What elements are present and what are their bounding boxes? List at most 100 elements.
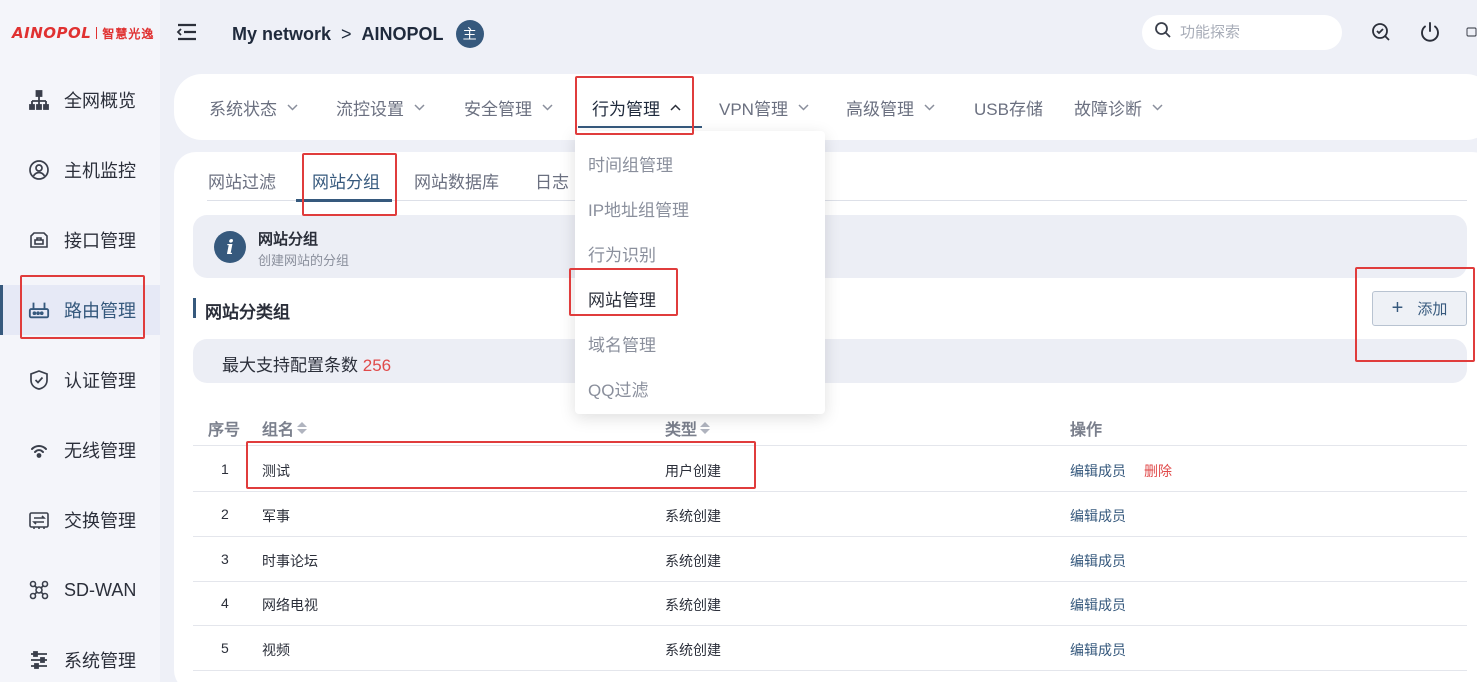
sidebar-item-wireless[interactable]: 无线管理 [0, 425, 160, 475]
tab-label: VPN管理 [719, 99, 788, 119]
edit-members-link[interactable]: 编辑成员 [1070, 595, 1126, 615]
info-title: 网站分组 [258, 231, 319, 248]
breadcrumb: My network > AINOPOL 主 [232, 20, 484, 48]
delete-link[interactable]: 删除 [1144, 461, 1172, 481]
cell-name: 测试 [262, 463, 290, 479]
sidebar-item-switch[interactable]: 交换管理 [0, 495, 160, 545]
max-config-label: 最大支持配置条数 [222, 356, 358, 375]
cell-type: 系统创建 [665, 642, 721, 658]
cell-index: 3 [221, 551, 229, 567]
avatar[interactable]: 主 [455, 20, 484, 48]
cell-type: 系统创建 [665, 508, 721, 524]
column-header-actions: 操作 [1070, 416, 1102, 440]
search-box [1142, 15, 1342, 50]
tab-security[interactable]: 安全管理 [464, 74, 553, 140]
tab-label: 流控设置 [336, 99, 404, 119]
cell-name: 视频 [262, 642, 290, 658]
chevron-down-icon [798, 103, 809, 111]
tab-diagnostics[interactable]: 故障诊断 [1074, 74, 1163, 140]
table-row: 4 网络电视 系统创建 编辑成员 [193, 581, 1467, 626]
switch-icon [28, 509, 50, 531]
column-header-type[interactable]: 类型 [665, 416, 711, 440]
cell-type: 系统创建 [665, 553, 721, 569]
tab-flow-control[interactable]: 流控设置 [336, 74, 425, 140]
sidebar-item-label: 认证管理 [64, 371, 136, 391]
cell-type: 用户创建 [665, 463, 721, 479]
sidebar-item-host-monitor[interactable]: 主机监控 [0, 145, 160, 195]
sidebar-item-label: 全网概览 [64, 91, 136, 111]
sort-icon[interactable] [700, 422, 711, 434]
subtab-website-database[interactable]: 网站数据库 [414, 168, 499, 193]
cell-name: 时事论坛 [262, 553, 318, 569]
menu-item-domain-management[interactable]: 域名管理 [588, 331, 656, 356]
breadcrumb-separator: > [341, 23, 352, 44]
subtab-log[interactable]: 日志 [535, 168, 569, 193]
sidebar-item-system[interactable]: 系统管理 [0, 635, 160, 682]
column-header-label: 序号 [208, 422, 241, 439]
sidebar-item-interface[interactable]: 接口管理 [0, 215, 160, 265]
table-header: 序号 组名 类型 操作 [193, 402, 1467, 446]
zoom-search-icon[interactable] [1369, 20, 1393, 44]
subtab-website-group[interactable]: 网站分组 [312, 168, 380, 193]
tab-system-status[interactable]: 系统状态 [209, 74, 298, 140]
subtab-website-filter[interactable]: 网站过滤 [208, 168, 276, 193]
chevron-down-icon [542, 103, 553, 111]
chevron-down-icon [924, 103, 935, 111]
menu-item-time-group[interactable]: 时间组管理 [588, 151, 673, 176]
tab-usb-storage[interactable]: USB存储 [974, 74, 1043, 140]
cell-index: 2 [221, 506, 229, 522]
info-icon: i [214, 231, 246, 263]
info-subtitle: 创建网站的分组 [258, 253, 350, 268]
column-header-name[interactable]: 组名 [262, 416, 308, 440]
cell-index: 4 [221, 595, 229, 611]
plus-icon: + [1391, 297, 1404, 319]
table-row: 3 时事论坛 系统创建 编辑成员 [193, 537, 1467, 582]
tab-advanced[interactable]: 高级管理 [846, 74, 935, 140]
subtab-active-indicator [296, 199, 392, 202]
sidebar-item-routing[interactable]: 路由管理 [0, 285, 160, 335]
search-input[interactable] [1180, 24, 1330, 41]
tab-label: 高级管理 [846, 99, 914, 119]
sort-icon[interactable] [297, 422, 308, 434]
add-button[interactable]: + 添加 [1372, 291, 1467, 326]
menu-item-ip-group[interactable]: IP地址组管理 [588, 196, 689, 221]
subtab-divider [207, 200, 1467, 201]
menu-item-qq-filter[interactable]: QQ过滤 [588, 376, 648, 401]
logo[interactable]: AINOPOL 智慧光逸 [12, 22, 154, 44]
section-title: 网站分类组 [205, 303, 290, 322]
column-header-label: 组名 [262, 422, 295, 439]
column-header-label: 类型 [665, 422, 698, 439]
logo-brand: AINOPOL [12, 24, 92, 42]
edit-members-link[interactable]: 编辑成员 [1070, 640, 1126, 660]
menu-item-behavior-recognition[interactable]: 行为识别 [588, 241, 656, 266]
sidebar-item-label: 主机监控 [64, 161, 136, 181]
router-icon [28, 299, 50, 321]
tab-label: 故障诊断 [1074, 99, 1142, 119]
power-icon[interactable] [1418, 20, 1442, 44]
sidebar-item-overview[interactable]: 全网概览 [0, 75, 160, 125]
table-row: 1 测试 用户创建 编辑成员 删除 [193, 447, 1467, 492]
edit-members-link[interactable]: 编辑成员 [1070, 551, 1126, 571]
column-header-index: 序号 [208, 416, 240, 440]
menu-item-website-management[interactable]: 网站管理 [588, 286, 656, 311]
table-row: 5 视频 系统创建 编辑成员 [193, 626, 1467, 671]
cell-name: 网络电视 [262, 597, 318, 613]
column-header-label: 操作 [1070, 422, 1103, 439]
menu-toggle-icon[interactable] [176, 22, 200, 44]
edit-members-link[interactable]: 编辑成员 [1070, 506, 1126, 526]
sidebar-item-auth[interactable]: 认证管理 [0, 355, 160, 405]
port-icon [28, 229, 50, 251]
sidebar-item-label: 系统管理 [64, 651, 136, 671]
chevron-down-icon [1152, 103, 1163, 111]
logo-divider [96, 27, 98, 39]
tab-label: USB存储 [974, 99, 1043, 119]
edit-members-link[interactable]: 编辑成员 [1070, 461, 1126, 481]
sidebar-item-label: 无线管理 [64, 441, 136, 461]
user-circle-icon [28, 159, 50, 181]
sidebar-item-sdwan[interactable]: SD-WAN [0, 565, 160, 615]
shield-check-icon [28, 369, 50, 391]
window-icon[interactable] [1466, 20, 1477, 44]
breadcrumb-device[interactable]: AINOPOL [362, 24, 444, 45]
breadcrumb-network[interactable]: My network [232, 24, 331, 45]
sdwan-icon [28, 579, 50, 601]
